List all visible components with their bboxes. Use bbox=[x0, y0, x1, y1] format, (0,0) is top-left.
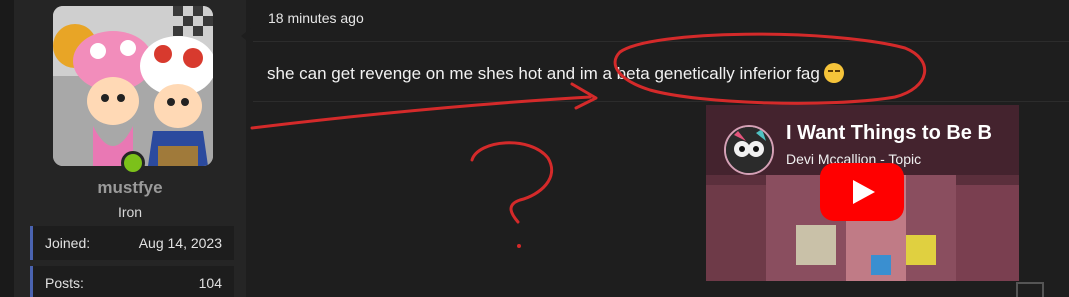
forum-post: mustfye Iron Joined: Aug 14, 2023 Posts:… bbox=[0, 0, 1069, 297]
channel-avatar[interactable] bbox=[724, 125, 774, 175]
divider bbox=[253, 41, 1069, 42]
stat-label: Posts: bbox=[45, 275, 84, 291]
divider bbox=[253, 101, 1069, 102]
user-rank: Iron bbox=[117, 204, 143, 220]
youtube-embed[interactable]: I Want Things to Be B Devi Mccallion - T… bbox=[706, 105, 1019, 281]
stat-label: Joined: bbox=[45, 235, 91, 251]
page-edge bbox=[0, 0, 14, 297]
channel-logo-icon bbox=[726, 127, 772, 173]
post-timestamp[interactable]: 18 minutes ago bbox=[268, 10, 364, 26]
online-status-indicator bbox=[121, 151, 145, 175]
expand-icon[interactable] bbox=[1016, 282, 1044, 297]
stat-posts: Posts: 104 bbox=[30, 266, 234, 297]
crying-laughing-emoji-icon bbox=[823, 63, 844, 83]
post-pointer-arrow bbox=[241, 28, 251, 44]
video-title[interactable]: I Want Things to Be B bbox=[786, 122, 992, 145]
avatar[interactable] bbox=[53, 6, 213, 166]
post-message-text: she can get revenge on me shes hot and i… bbox=[267, 64, 820, 83]
stat-joined: Joined: Aug 14, 2023 bbox=[30, 226, 234, 260]
avatar-image bbox=[53, 6, 213, 166]
stat-value: Aug 14, 2023 bbox=[138, 235, 222, 251]
post-message: she can get revenge on me shes hot and i… bbox=[267, 63, 844, 84]
username[interactable]: mustfye bbox=[14, 178, 246, 198]
stat-value: 104 bbox=[198, 275, 222, 291]
play-icon[interactable] bbox=[820, 163, 904, 221]
